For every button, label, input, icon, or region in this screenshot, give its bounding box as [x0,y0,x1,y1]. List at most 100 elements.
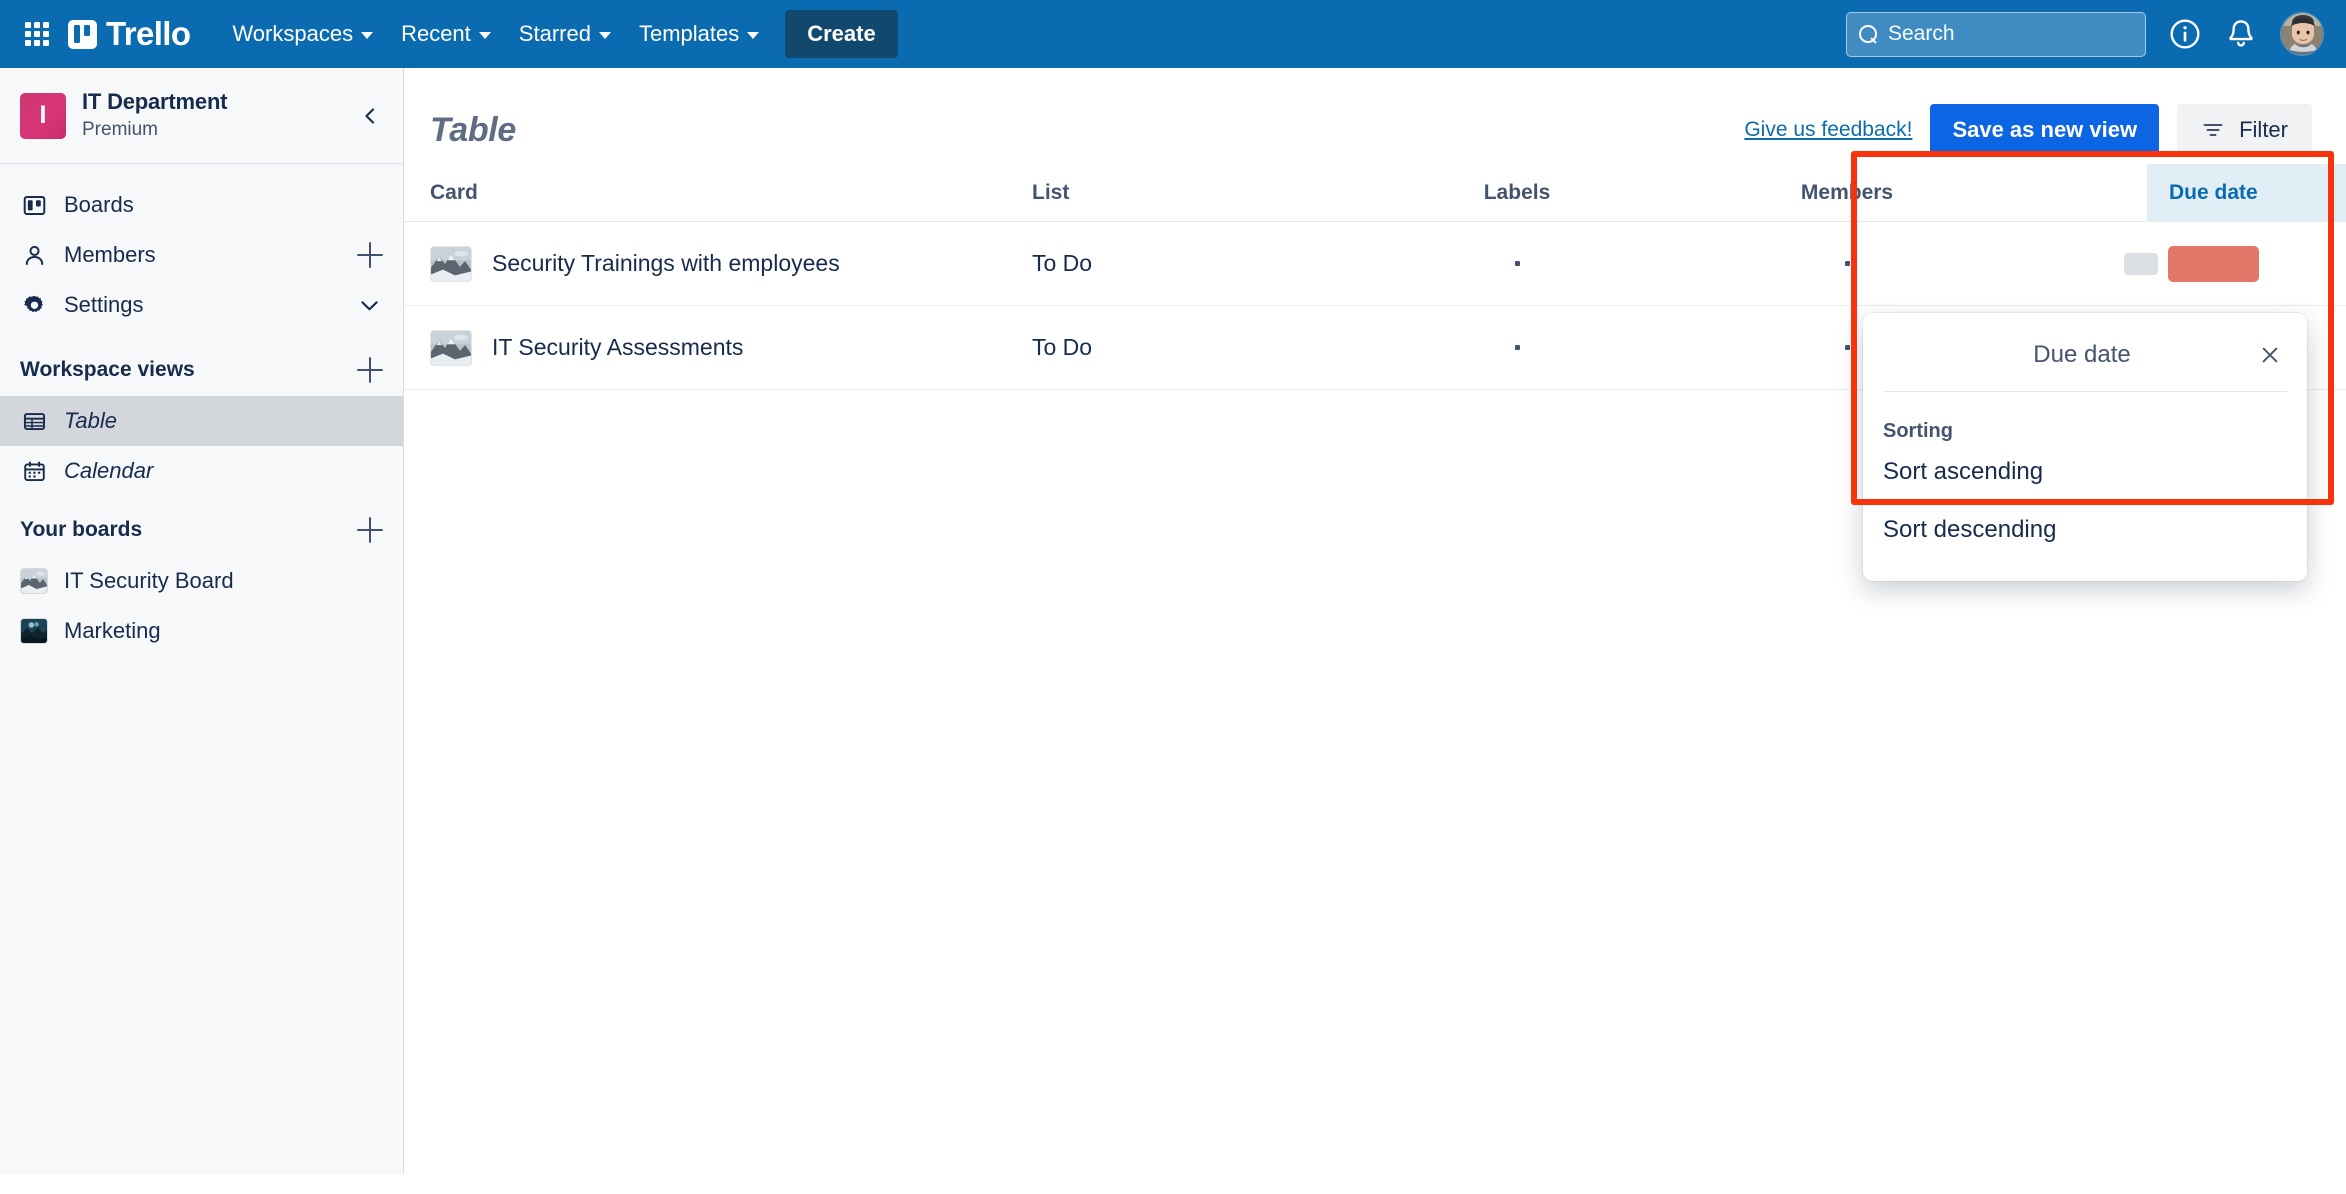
search-placeholder: Search [1888,22,1955,45]
workspace-sidebar: I IT Department Premium Boards Members S… [0,68,404,1174]
workspace-name: IT Department [82,89,228,115]
board-thumbnail-night [20,618,48,644]
boards-icon [20,191,48,219]
members-empty-dot [1844,261,1850,266]
nav-menu-workspaces-label: Workspaces [232,21,354,46]
sidebar-board-it-security-board[interactable]: IT Security Board [0,556,403,606]
board-thumbnail-mountain [20,568,48,594]
card-thumbnail-mountain [430,329,472,366]
sidebar-workspace-header[interactable]: I IT Department Premium [0,68,403,164]
filter-icon [2203,124,2223,136]
search-input[interactable]: Search [1846,11,2146,57]
search-icon [1859,24,1878,44]
members-empty-dot [1844,345,1850,350]
sidebar-item-table-label: Table [64,408,118,433]
calendar-icon [20,457,48,485]
filter-button-label: Filter [2239,117,2288,142]
chevron-down-icon [747,32,760,39]
close-popup-button[interactable] [2253,338,2287,372]
cell-labels[interactable] [1352,345,1682,350]
your-boards-section-header: Your boards [0,504,403,556]
sidebar-primary-nav: Boards Members Settings [0,164,403,336]
nav-menu-templates-label: Templates [638,21,740,46]
nav-menu-recent-label: Recent [401,21,471,46]
due-date-checkbox[interactable] [2124,252,2158,275]
sidebar-item-calendar[interactable]: Calendar [0,446,403,496]
sidebar-item-boards[interactable]: Boards [0,180,403,230]
sidebar-item-settings[interactable]: Settings [0,280,403,330]
labels-empty-dot [1514,261,1520,266]
nav-menu-starred-label: Starred [518,21,591,46]
table-row[interactable]: Security Trainings with employees To Do [404,222,2346,306]
gear-icon [20,291,48,319]
nav-menu-workspaces[interactable]: Workspaces [218,12,387,56]
avatar[interactable] [2280,12,2324,56]
grid-apps-icon[interactable] [22,19,52,49]
workspace-text-block: IT Department Premium [82,88,355,142]
popup-header: Due date [1863,329,2307,381]
chevron-down-icon [598,32,611,39]
nav-menu-templates[interactable]: Templates [625,12,773,56]
sidebar-item-calendar-label: Calendar [64,458,154,483]
due-date-badge[interactable] [2168,245,2260,282]
add-member-button[interactable] [357,242,383,268]
trello-logo[interactable]: Trello [68,15,191,53]
your-boards-title: Your boards [20,518,143,541]
trello-logo-text: Trello [106,15,191,52]
save-as-new-view-button[interactable]: Save as new view [1930,104,2160,156]
chevron-down-icon[interactable] [355,291,383,319]
cell-members[interactable] [1682,261,2012,266]
view-header-actions: Give us feedback! Save as new view Filte… [1744,104,2312,156]
give-feedback-link[interactable]: Give us feedback! [1744,118,1912,142]
popup-title: Due date [2033,341,2131,368]
workspace-views-section-header: Workspace views [0,344,403,396]
person-icon [20,241,48,269]
sidebar-board-marketing[interactable]: Marketing [0,606,403,656]
cell-card[interactable]: Security Trainings with employees [430,245,1032,282]
card-title: Security Trainings with employees [492,250,840,276]
nav-menu-starred[interactable]: Starred [505,12,625,56]
sort-ascending-option[interactable]: Sort ascending [1863,443,2307,501]
column-header-due-date[interactable]: Due date [2147,163,2346,222]
add-workspace-view-button[interactable] [357,357,383,383]
sidebar-board-marketing-label: Marketing [64,618,161,643]
column-header-labels[interactable]: Labels [1352,181,1682,205]
sidebar-collapse-button[interactable] [355,101,385,131]
column-header-due-date-label: Due date [2169,180,2258,204]
cell-labels[interactable] [1352,261,1682,266]
workspace-plan: Premium [82,118,159,140]
cell-due-date[interactable] [2012,245,2346,282]
sort-descending-option[interactable]: Sort descending [1863,501,2307,559]
labels-empty-dot [1514,345,1520,350]
main-content-area: Table Give us feedback! Save as new view… [404,68,2346,1174]
workspace-initial-avatar: I [20,92,66,139]
page-title: Table [430,110,517,149]
nav-menu-recent[interactable]: Recent [387,12,505,56]
sidebar-item-members-label: Members [64,242,156,267]
sidebar-item-members[interactable]: Members [0,230,403,280]
close-x-icon [2262,347,2278,363]
table-header-row: Card List Labels Members Due date [404,163,2346,222]
sidebar-item-settings-label: Settings [64,292,144,317]
cell-card[interactable]: IT Security Assessments [430,329,1032,366]
column-header-list[interactable]: List [1032,181,1352,205]
add-board-button[interactable] [357,517,383,543]
view-header: Table Give us feedback! Save as new view… [404,68,2346,164]
column-header-members[interactable]: Members [1682,181,2012,205]
info-circle-icon[interactable] [2168,17,2202,51]
table-icon [20,407,48,435]
column-header-card[interactable]: Card [430,181,1032,205]
filter-button[interactable]: Filter [2177,104,2312,156]
create-button[interactable]: Create [785,10,898,58]
card-thumbnail-mountain [430,245,472,282]
top-navigation-bar: Trello Workspaces Recent Starred Templat… [0,0,2346,68]
chevron-down-icon [361,32,374,39]
sidebar-board-it-security-board-label: IT Security Board [64,568,234,593]
sidebar-item-table[interactable]: Table [0,396,403,446]
bell-icon[interactable] [2224,17,2258,51]
sidebar-item-boards-label: Boards [64,192,134,217]
cell-list: To Do [1032,334,1093,360]
top-nav-right-group: Search [1846,11,2324,57]
popup-sorting-label: Sorting [1883,420,1953,442]
workspace-views-title: Workspace views [20,358,195,381]
